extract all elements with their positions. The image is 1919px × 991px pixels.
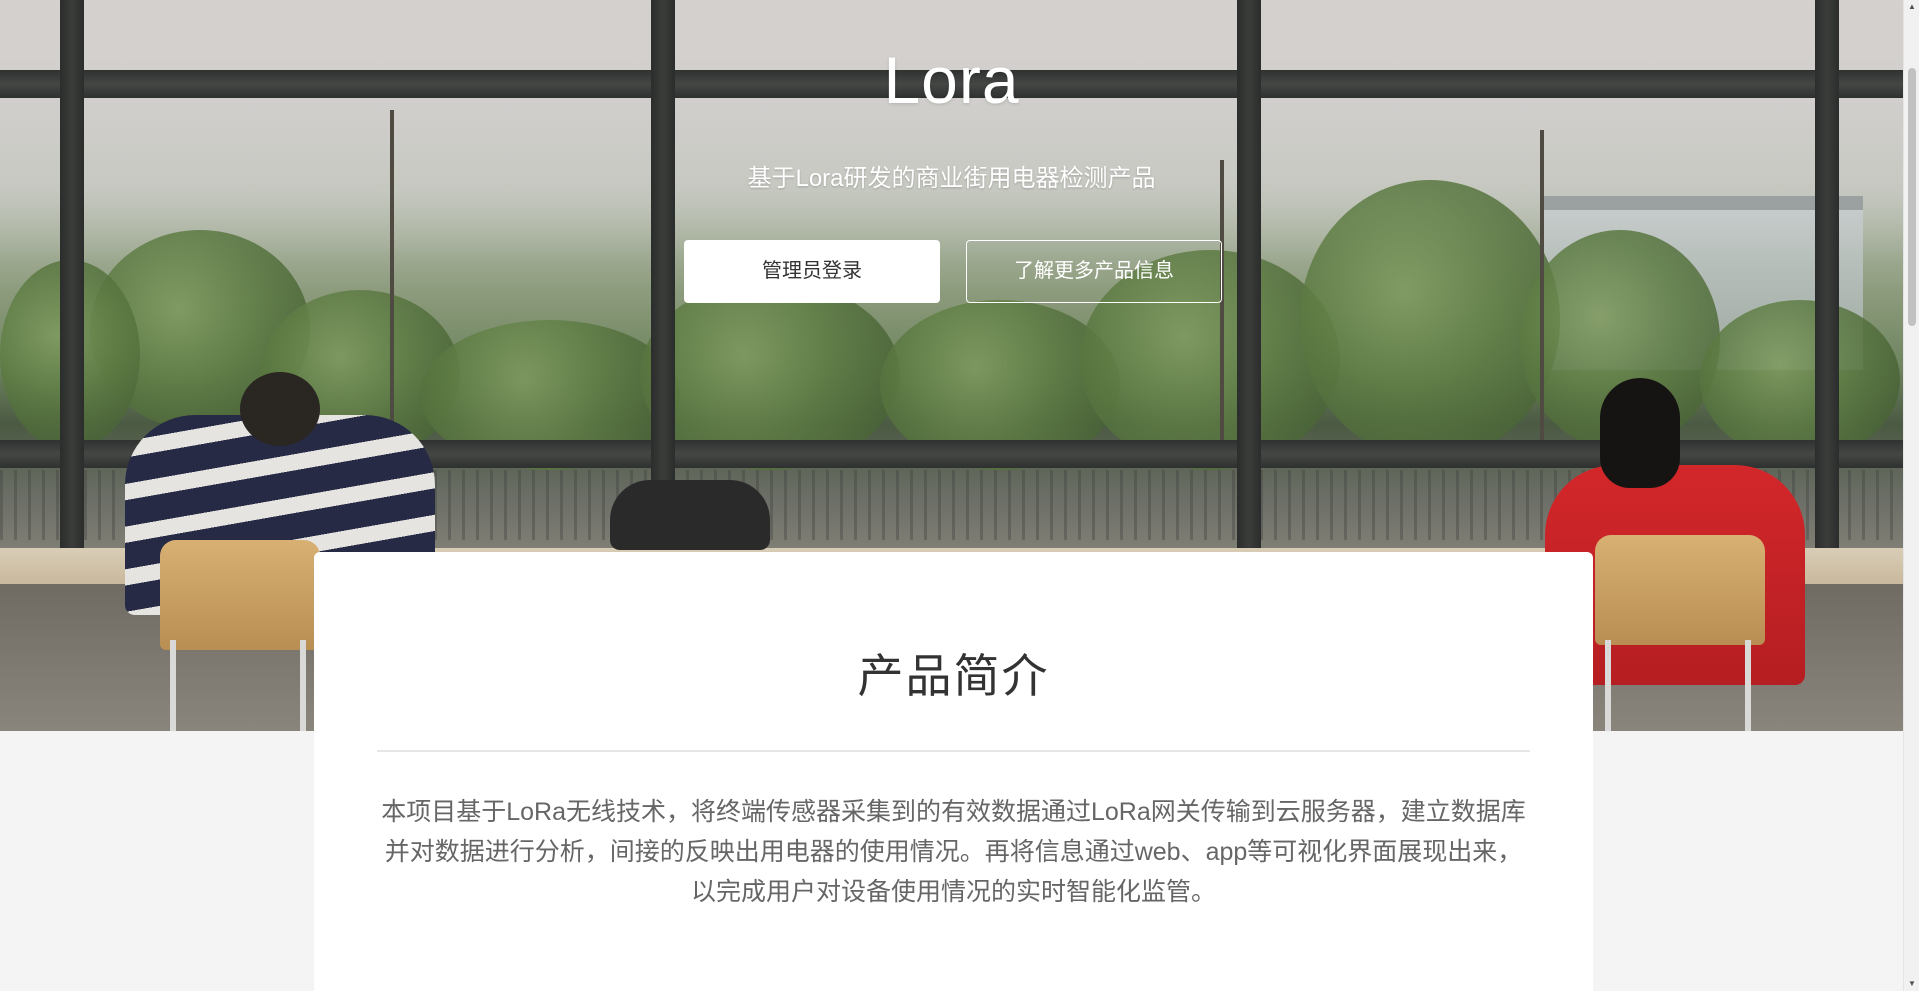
product-intro-title: 产品简介 [857, 650, 1050, 702]
product-intro-text: 本项目基于LoRa无线技术，将终端传感器采集到的有效数据通过LoRa网关传输到云… [381, 798, 1526, 906]
hero-background-trunk [1220, 160, 1224, 460]
hero-chair-leg [1745, 640, 1751, 731]
hero-chair [160, 540, 320, 650]
hero-chair [1595, 535, 1765, 645]
hero-backpack [610, 480, 770, 550]
scrollbar-thumb[interactable] [1908, 68, 1916, 326]
learn-more-button[interactable]: 了解更多产品信息 [966, 240, 1222, 303]
section-divider [377, 750, 1530, 752]
vertical-scrollbar[interactable]: ▲ ▼ [1903, 0, 1919, 991]
hero-background-tree [1700, 300, 1900, 460]
page-viewport: Lora 基于Lora研发的商业街用电器检测产品 管理员登录 了解更多产品信息 … [0, 0, 1903, 991]
triangle-down-icon[interactable]: ▼ [1904, 977, 1919, 991]
hero-chair-leg [1605, 640, 1611, 731]
hero-title: Lora [883, 43, 1020, 117]
admin-login-button[interactable]: 管理员登录 [684, 240, 940, 303]
triangle-up-icon[interactable]: ▲ [1904, 0, 1919, 14]
hero-person-right-head [1600, 378, 1680, 488]
hero-chair-leg [170, 640, 176, 731]
hero-chair-leg [300, 640, 306, 731]
product-intro-card: 产品简介 本项目基于LoRa无线技术，将终端传感器采集到的有效数据通过LoRa网… [314, 552, 1593, 991]
hero-subtitle: 基于Lora研发的商业街用电器检测产品 [747, 165, 1156, 192]
hero-person-left-head [240, 372, 320, 446]
